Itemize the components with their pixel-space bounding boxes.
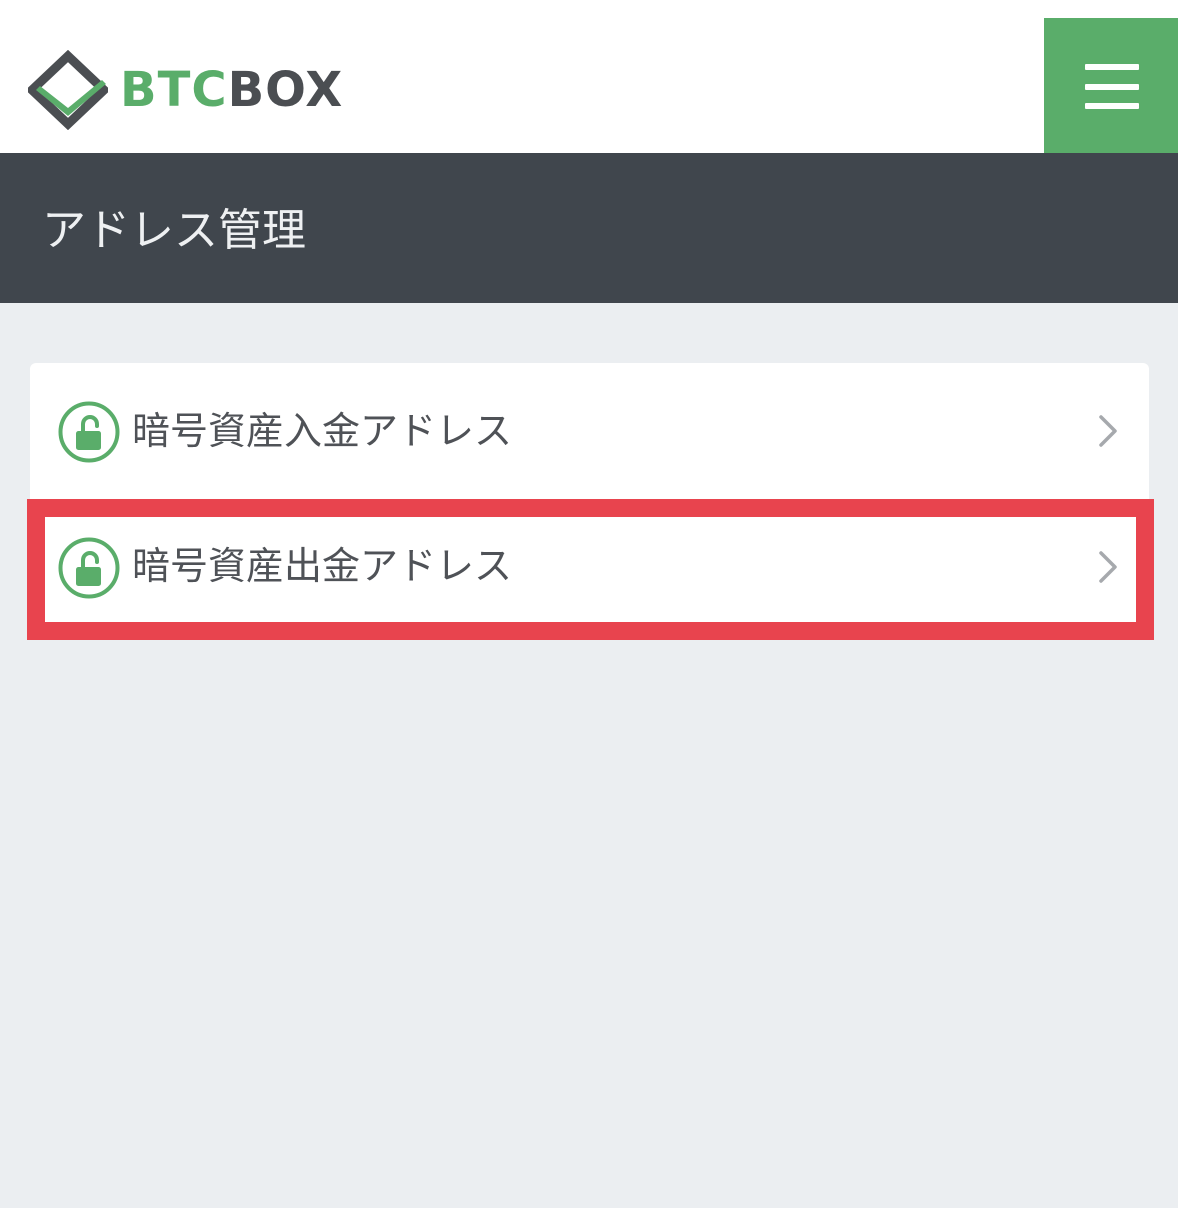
- page-title-bar: アドレス管理: [0, 153, 1178, 303]
- unlock-icon: [58, 401, 120, 463]
- site-header: BTCBOX: [0, 0, 1178, 153]
- page-title: アドレス管理: [42, 205, 306, 256]
- hamburger-menu-button[interactable]: [1044, 18, 1178, 153]
- chevron-right-icon: [1099, 415, 1117, 447]
- withdrawal-address-label: 暗号資産出金アドレス: [132, 544, 513, 588]
- unlock-icon: [58, 537, 120, 599]
- deposit-address-label: 暗号資産入金アドレス: [132, 409, 513, 453]
- withdrawal-address-item[interactable]: 暗号資産出金アドレス: [30, 499, 1149, 635]
- address-menu-card: 暗号資産入金アドレス 暗号資産出金アドレス: [30, 363, 1149, 635]
- chevron-right-icon: [1099, 551, 1117, 583]
- logo-text-box: BOX: [227, 62, 344, 118]
- deposit-address-item[interactable]: 暗号資産入金アドレス: [30, 363, 1149, 499]
- logo-text-btc: BTC: [120, 62, 228, 118]
- diamond-check-logo-icon: [28, 50, 108, 130]
- logo-wordmark: BTCBOX: [120, 66, 343, 114]
- btcbox-logo[interactable]: BTCBOX: [28, 50, 343, 130]
